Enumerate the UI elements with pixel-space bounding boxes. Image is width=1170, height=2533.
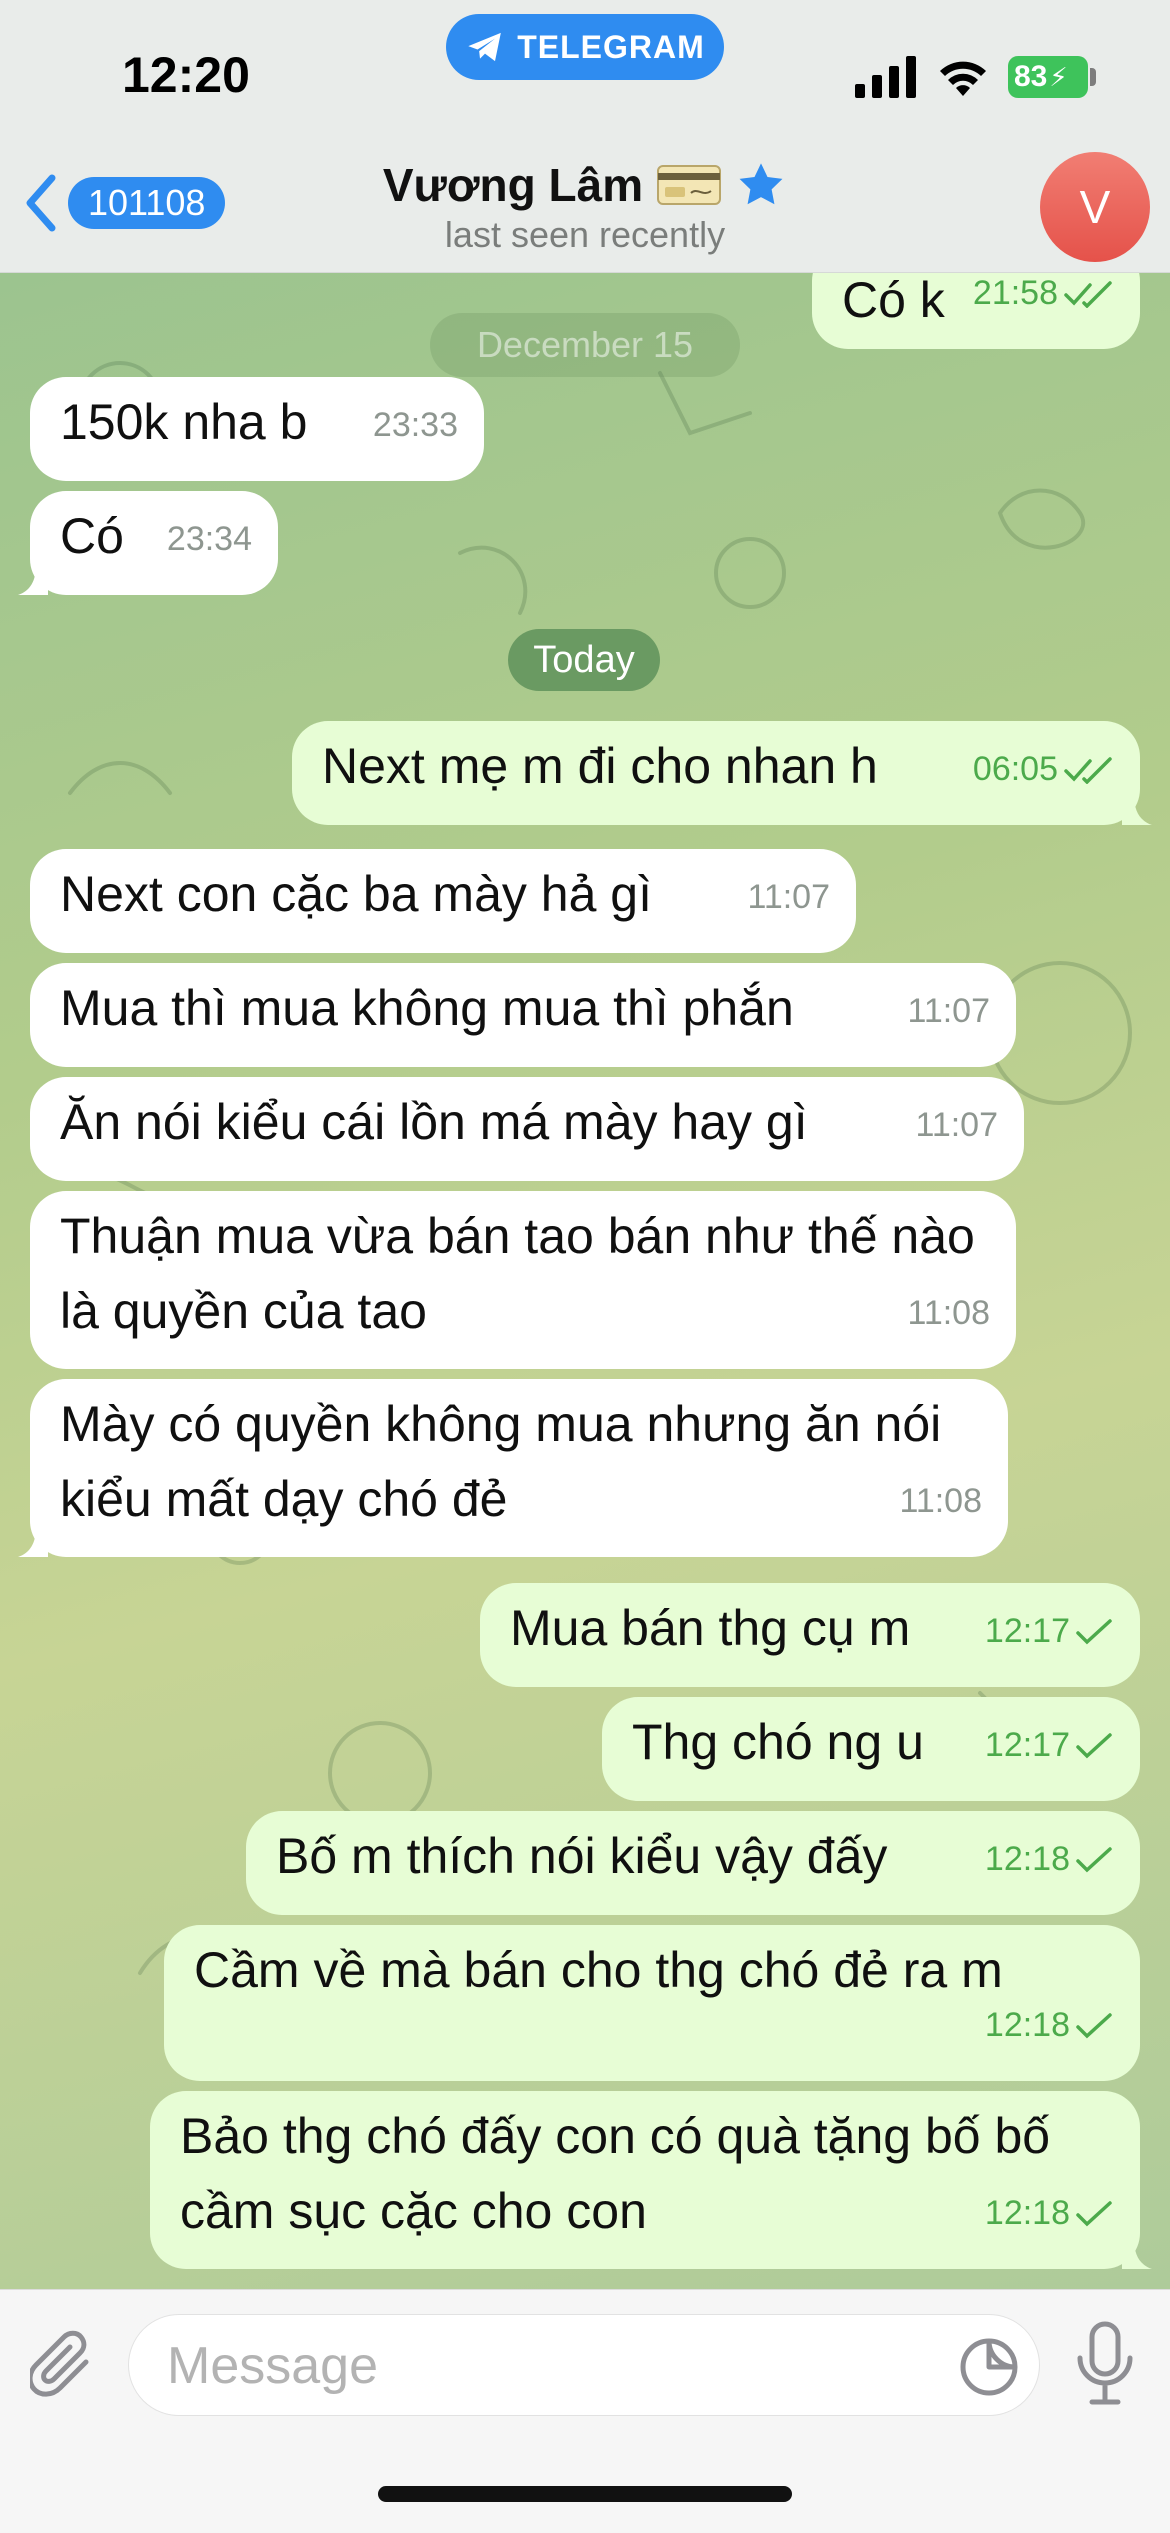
bubble-tail [18, 565, 48, 595]
message-meta: 21:58 [973, 273, 1114, 331]
message-text: Thuận mua vừa bán tao bán như thế nào là… [60, 1208, 975, 1339]
message-outgoing[interactable]: Bố m thích nói kiểu vậy đấy 12:18 [246, 1811, 1140, 1915]
telegram-pill[interactable]: TELEGRAM [446, 14, 724, 80]
message-text: Next con cặc ba mày hả gì [60, 866, 652, 922]
microphone-icon[interactable] [1074, 2320, 1136, 2406]
star-icon [739, 163, 783, 205]
single-check-icon [1076, 1732, 1112, 1758]
double-check-icon [1064, 280, 1112, 308]
bubble-tail [18, 1527, 48, 1557]
message-incoming[interactable]: Ăn nói kiểu cái lồn má mày hay gì 11:07 [30, 1077, 1024, 1181]
paperclip-icon[interactable] [30, 2328, 100, 2408]
bubble-tail [1122, 2239, 1152, 2269]
single-check-icon [1076, 2200, 1112, 2226]
date-separator: Today [508, 629, 660, 691]
message-outgoing[interactable]: Thg chó ng u 12:17 [602, 1697, 1140, 1801]
telegram-plane-icon [468, 32, 502, 62]
home-indicator[interactable] [378, 2486, 792, 2502]
message-time: 11:08 [899, 1482, 982, 1520]
message-time: 12:17 [984, 1726, 1070, 1764]
message-text: Có k [842, 273, 945, 328]
battery-level: 83 [1014, 60, 1048, 93]
message-text: Mày có quyền không mua nhưng ăn nói kiểu… [60, 1396, 942, 1527]
message-time: 12:18 [984, 1840, 1070, 1878]
message-meta: 12:17 [985, 1594, 1114, 1669]
charging-bolt-icon: ⚡ [1049, 61, 1068, 92]
single-check-icon [1076, 2012, 1112, 2038]
message-time: 12:17 [984, 1612, 1070, 1650]
battery-cap [1090, 68, 1096, 86]
single-check-icon [1076, 1846, 1112, 1872]
avatar[interactable]: V [1040, 152, 1150, 262]
card-emoji-icon [657, 165, 722, 205]
wifi-icon [940, 61, 986, 96]
message-incoming[interactable]: 150k nha b 23:33 [30, 377, 484, 481]
message-time: 11:07 [747, 878, 830, 916]
message-text: Ăn nói kiểu cái lồn má mày hay gì [60, 1094, 808, 1150]
message-text: Thg chó ng u [632, 1714, 924, 1770]
message-text: Mua bán thg cụ m [510, 1600, 911, 1656]
message-time: 06:05 [972, 750, 1058, 788]
faded-date-pill: December 15 [430, 313, 740, 377]
message-field[interactable] [128, 2314, 1040, 2416]
battery-indicator: 83 ⚡ [1008, 56, 1088, 98]
message-text: Cầm về mà bán cho thg chó đẻ ra m [194, 1942, 1003, 1998]
message-outgoing[interactable]: Mua bán thg cụ m 12:17 [480, 1583, 1140, 1687]
message-time: 11:07 [915, 1106, 998, 1144]
message-meta: 12:17 [985, 1708, 1114, 1783]
title-row: Vương Lâm [300, 158, 870, 212]
message-text: Bảo thg chó đấy con có quà tặng bố bố cầ… [180, 2108, 1051, 2239]
message-time: 11:07 [907, 992, 990, 1030]
message-text: Bố m thích nói kiểu vậy đấy [276, 1828, 888, 1884]
message-input[interactable] [165, 2333, 949, 2399]
message-meta: 12:18 [985, 1988, 1114, 2063]
message-outgoing[interactable]: Bảo thg chó đấy con có quà tặng bố bố cầ… [150, 2091, 1152, 2269]
message-incoming[interactable]: Mày có quyền không mua nhưng ăn nói kiểu… [18, 1379, 1008, 1557]
unread-count-badge: 101108 [68, 177, 226, 229]
bubble-tail [1122, 795, 1152, 825]
message-time: 12:18 [984, 2006, 1070, 2044]
message-text: 150k nha b [60, 394, 308, 450]
message-outgoing[interactable]: Có k 21:58 [812, 273, 1140, 349]
message-text: Mua thì mua không mua thì phắn [60, 980, 794, 1036]
sticker-icon[interactable] [959, 2337, 1019, 2397]
message-outgoing[interactable]: Next mẹ m đi cho nhan h 06:05 [292, 721, 1152, 825]
message-incoming[interactable]: Có 23:34 [18, 491, 278, 595]
message-text: Có [60, 508, 124, 564]
last-seen-status: last seen recently [444, 214, 726, 255]
message-list[interactable]: December 15 Có k 21:58 150k nha b 23:33 … [0, 273, 1170, 2289]
status-bar: 12:20 TELEGRAM 83 ⚡ [0, 0, 1170, 150]
message-meta: 12:18 [985, 1822, 1114, 1897]
telegram-pill-label: TELEGRAM [517, 28, 705, 65]
cellular-signal-icon [855, 56, 916, 98]
single-check-icon [1076, 1618, 1112, 1644]
double-check-icon [1064, 756, 1112, 784]
message-incoming[interactable]: Mua thì mua không mua thì phắn 11:07 [30, 963, 1016, 1067]
contact-name: Vương Lâm [382, 159, 644, 211]
message-outgoing[interactable]: Cầm về mà bán cho thg chó đẻ ra m 12:18 [164, 1925, 1140, 2081]
message-time: 23:34 [166, 520, 252, 558]
message-time: 23:33 [372, 406, 458, 444]
back-button[interactable]: 101108 [22, 172, 226, 234]
message-incoming[interactable]: Next con cặc ba mày hả gì 11:07 [30, 849, 856, 953]
message-time: 12:18 [984, 2194, 1070, 2232]
message-meta: 06:05 [973, 732, 1114, 807]
status-time: 12:20 [122, 47, 250, 103]
message-text: Next mẹ m đi cho nhan h [322, 738, 878, 794]
message-time: 21:58 [972, 274, 1058, 312]
chevron-left-icon [26, 174, 56, 232]
message-incoming[interactable]: Thuận mua vừa bán tao bán như thế nào là… [30, 1191, 1016, 1369]
message-time: 11:08 [907, 1294, 990, 1332]
message-meta: 12:18 [985, 2176, 1114, 2251]
